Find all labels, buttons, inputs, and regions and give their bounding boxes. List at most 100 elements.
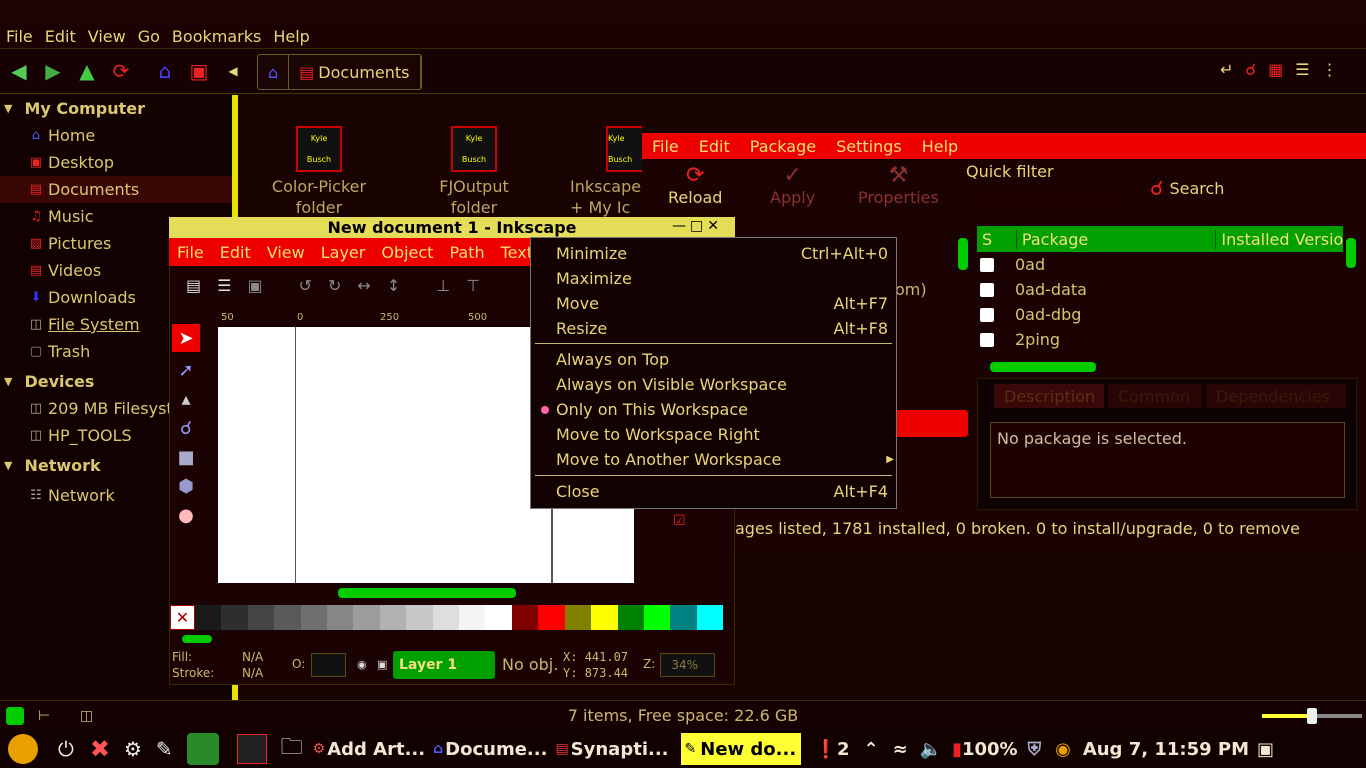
quick-filter-input[interactable]: [966, 188, 1126, 214]
package-checkbox[interactable]: [980, 307, 994, 322]
layer-visibility-icon[interactable]: ◉: [357, 658, 367, 671]
x-app-icon[interactable]: ✖: [90, 735, 110, 763]
minimize-icon[interactable]: —: [672, 218, 686, 234]
node-tool-icon[interactable]: ➚: [178, 360, 193, 381]
menu-item-move[interactable]: Move Alt+F7: [556, 292, 888, 314]
task-documents[interactable]: ⌂ Docume...: [429, 733, 551, 765]
chevron-up-icon[interactable]: ⌃: [863, 739, 878, 760]
path-toggle-icon[interactable]: ↵: [1220, 60, 1233, 79]
ink-menu-path[interactable]: Path: [441, 243, 492, 262]
search-icon[interactable]: ☌: [1245, 60, 1256, 79]
crumb-documents[interactable]: ▤ Documents: [289, 55, 421, 89]
syn-menu-settings[interactable]: Settings: [826, 137, 912, 156]
flip-horizontal-icon[interactable]: ↔: [357, 276, 370, 295]
raise-icon[interactable]: ⊤: [466, 276, 480, 295]
color-swatch[interactable]: [221, 605, 248, 630]
sidebar-item-desktop[interactable]: ▣ Desktop: [0, 149, 232, 176]
color-swatch[interactable]: [643, 605, 671, 630]
table-row[interactable]: 0ad-data: [977, 277, 1343, 302]
lower-icon[interactable]: ⊥: [436, 276, 450, 295]
syn-menu-help[interactable]: Help: [912, 137, 968, 156]
reload-icon[interactable]: ⟳: [106, 56, 136, 86]
ink-menu-object[interactable]: Object: [373, 243, 441, 262]
fm-menu-go[interactable]: Go: [132, 27, 166, 46]
tab-description[interactable]: Description: [994, 384, 1104, 408]
compact-view-icon[interactable]: ⋮: [1322, 60, 1338, 79]
col-status[interactable]: S: [977, 229, 1017, 249]
back-icon[interactable]: ◀: [4, 56, 34, 86]
ink-menu-edit[interactable]: Edit: [212, 243, 259, 262]
opacity-spinner[interactable]: [311, 653, 346, 677]
tab-common[interactable]: Common: [1108, 384, 1202, 408]
reload-button[interactable]: ⟳ Reload: [668, 163, 722, 207]
crumb-home-icon[interactable]: ⌂: [258, 55, 290, 89]
color-swatch[interactable]: [538, 605, 565, 630]
apply-button[interactable]: ✓ Apply: [770, 163, 815, 207]
object-icon[interactable]: ▣: [247, 276, 262, 295]
properties-button[interactable]: ⚒ Properties: [858, 163, 939, 207]
ink-menu-view[interactable]: View: [259, 243, 313, 262]
menu-item-always-on-top[interactable]: Always on Top: [556, 348, 888, 370]
color-swatch[interactable]: [564, 605, 592, 630]
color-swatch[interactable]: [591, 605, 618, 630]
sidebar-item-home[interactable]: ⌂ Home: [0, 122, 232, 149]
show-desktop-icon[interactable]: ▣: [1257, 739, 1274, 760]
search-button[interactable]: ☌ Search: [1150, 176, 1224, 200]
table-row[interactable]: 0ad: [977, 252, 1343, 277]
package-checkbox[interactable]: [980, 332, 994, 347]
close-icon[interactable]: ✕: [707, 218, 719, 234]
color-swatch[interactable]: [670, 605, 697, 630]
color-swatch[interactable]: [511, 605, 539, 630]
terminal-icon[interactable]: [236, 734, 267, 764]
color-swatch[interactable]: [485, 605, 512, 630]
forward-icon[interactable]: ▶: [38, 56, 68, 86]
task-add-art[interactable]: ⚙ Add Art...: [309, 733, 429, 765]
power-icon[interactable]: ⏻: [58, 737, 74, 761]
task-new-document[interactable]: ✎ New do...: [680, 733, 801, 765]
ink-menu-file[interactable]: File: [169, 243, 212, 262]
fm-menu-view[interactable]: View: [82, 27, 132, 46]
color-swatch[interactable]: [406, 605, 433, 630]
zoom-spinner[interactable]: 34%: [660, 653, 715, 677]
home-icon[interactable]: ⌂: [150, 56, 180, 86]
rotate-ccw-icon[interactable]: ↺: [299, 276, 312, 295]
color-swatch[interactable]: [432, 605, 460, 630]
package-checkbox[interactable]: [980, 282, 994, 297]
path-left-icon[interactable]: ◀: [218, 56, 248, 86]
menu-item-always-on-visible-workspace[interactable]: Always on Visible Workspace: [556, 373, 888, 395]
list-view-icon[interactable]: ☰: [1295, 60, 1309, 79]
package-checkbox[interactable]: [980, 257, 994, 272]
color-swatch[interactable]: [327, 605, 354, 630]
inkscape-launcher-icon[interactable]: ✎: [156, 737, 173, 761]
fill-value[interactable]: N/A: [242, 650, 263, 664]
computer-icon[interactable]: ▣: [184, 56, 214, 86]
fm-menu-bookmarks[interactable]: Bookmarks: [166, 27, 267, 46]
zoom-slider-thumb[interactable]: [1307, 708, 1317, 724]
tweak-tool-icon[interactable]: ▴: [181, 389, 190, 410]
syn-menu-package[interactable]: Package: [740, 137, 826, 156]
syn-menu-edit[interactable]: Edit: [689, 137, 740, 156]
col-installed-version[interactable]: Installed Versio: [1216, 230, 1343, 249]
webcam-icon[interactable]: [186, 733, 219, 765]
stroke-value[interactable]: N/A: [242, 666, 263, 680]
selector-tool-icon[interactable]: ➤: [172, 324, 200, 352]
inkscape-titlebar[interactable]: New document 1 - Inkscape: [169, 217, 735, 238]
col-package[interactable]: Package: [1017, 229, 1217, 249]
menu-item-maximize[interactable]: Maximize: [556, 267, 888, 289]
task-synaptic[interactable]: ▤ Synapti...: [551, 733, 672, 765]
ubuntu-menu-icon[interactable]: [8, 734, 38, 764]
color-swatch[interactable]: [353, 605, 380, 630]
file-color-picker-folder[interactable]: Kyle Busch Color-Picker folder: [264, 126, 374, 218]
fm-menu-edit[interactable]: Edit: [39, 27, 82, 46]
document-properties-icon[interactable]: ▤: [186, 276, 201, 295]
menu-item-minimize[interactable]: Minimize Ctrl+Alt+0: [556, 242, 888, 264]
ink-menu-layer[interactable]: Layer: [313, 243, 374, 262]
syn-left-scrollbar[interactable]: [958, 238, 968, 270]
menu-item-close[interactable]: Close Alt+F4: [556, 480, 888, 502]
menu-item-move-to-another-workspace[interactable]: Move to Another Workspace ▶: [556, 448, 894, 470]
ellipse-tool-icon[interactable]: ●: [178, 505, 194, 526]
maximize-icon[interactable]: □: [690, 218, 703, 234]
layer-lock-icon[interactable]: ▣: [377, 658, 387, 671]
color-swatch[interactable]: [696, 605, 724, 630]
battery-indicator[interactable]: ▮100%: [952, 739, 1018, 760]
